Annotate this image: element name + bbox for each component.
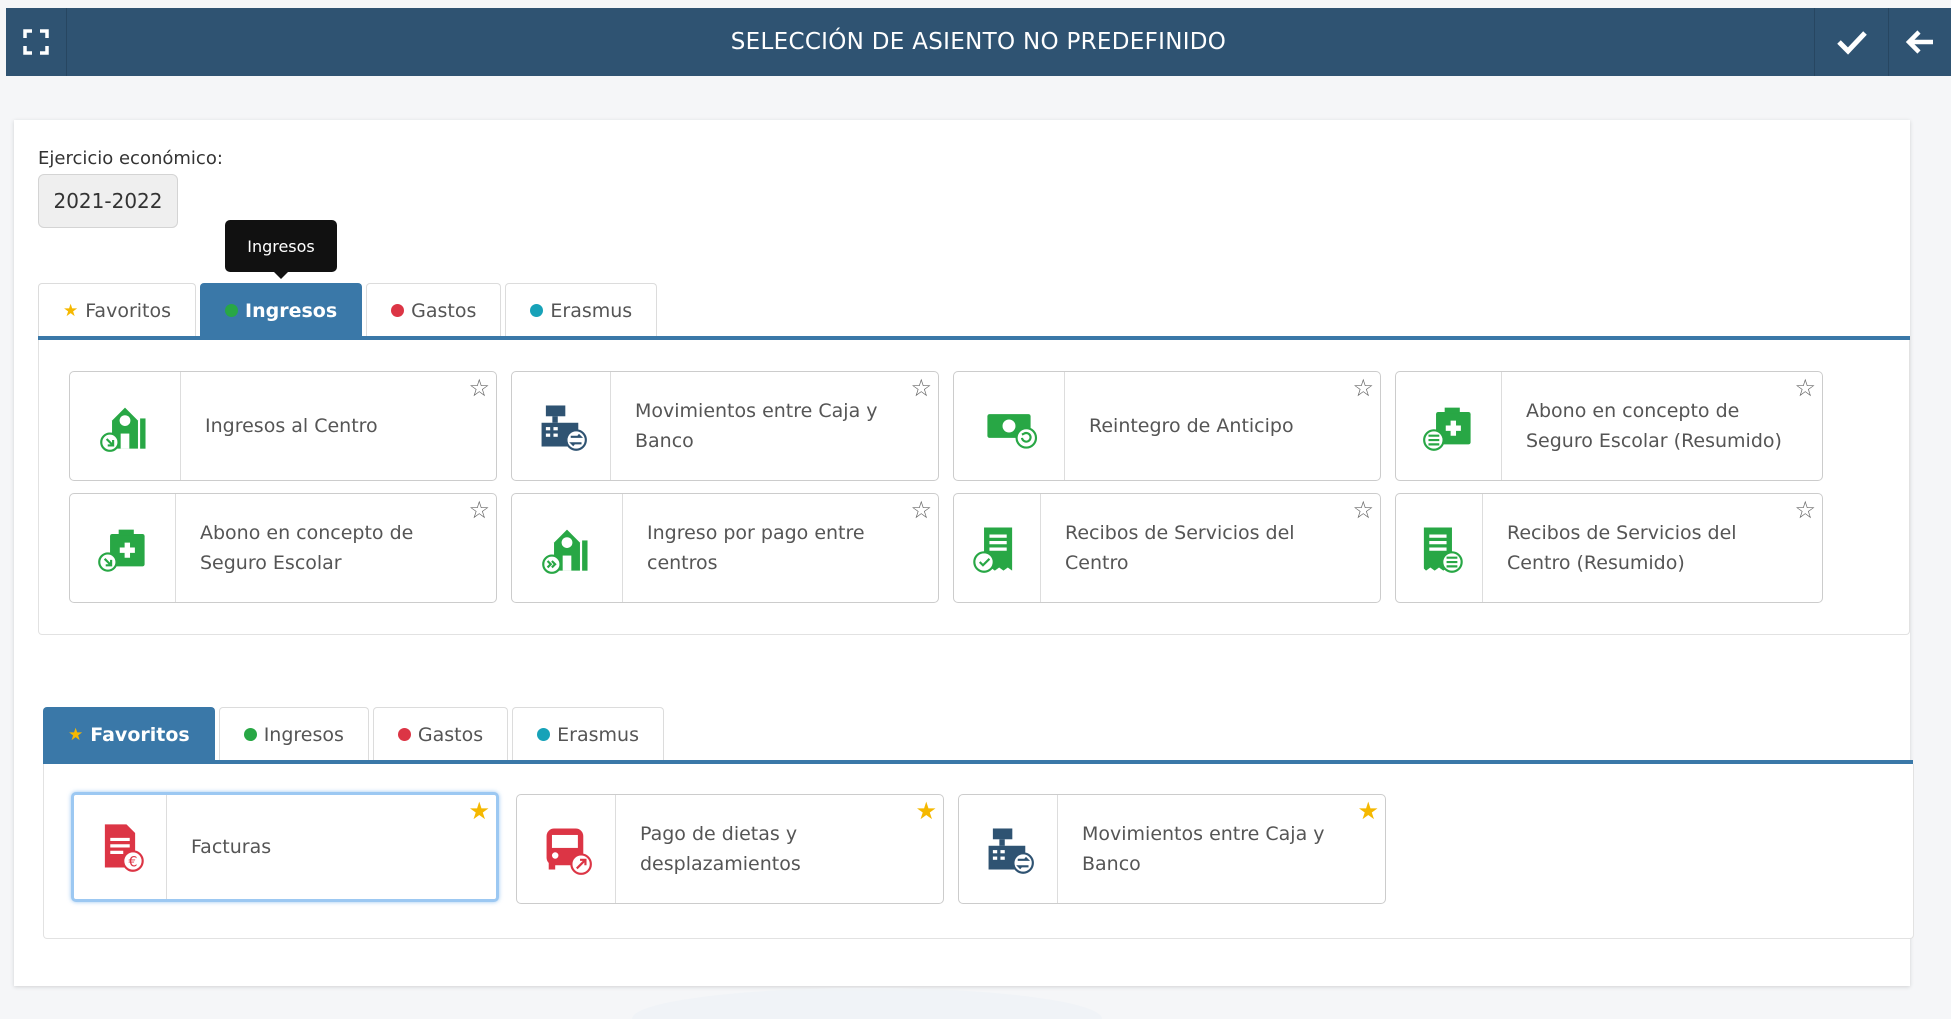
entry-card[interactable]: Movimientos entre Caja y Banco ☆ [511,371,939,481]
page-title: SELECCIÓN DE ASIENTO NO PREDEFINIDO [730,29,1227,55]
tab-label: Gastos [411,299,477,322]
confirm-button[interactable] [1814,8,1888,76]
tab-label: Ingresos [263,723,344,746]
entry-label: Pago de dietas y desplazamientos [640,823,801,875]
status-dot [243,728,257,741]
entry-card[interactable]: Pago de dietas y desplazamientos ★ [516,794,944,904]
tab-erasmus[interactable]: Erasmus [505,283,658,337]
status-dot [225,304,239,317]
tab-label: Erasmus [557,723,639,746]
entry-card[interactable]: Movimientos entre Caja y Banco ★ [958,794,1386,904]
tab-label: Favoritos [90,723,190,746]
favorites-tabs: ★ Favoritos Ingresos Gastos Erasmus [43,707,668,761]
favorite-star-icon[interactable]: ☆ [468,376,490,400]
entry-card[interactable]: € Facturas ★ [71,792,499,902]
ejercicio-label: Ejercicio económico: [38,148,223,169]
entry-card[interactable]: Reintegro de Anticipo ☆ [953,371,1381,481]
entry-label: Abono en concepto de Seguro Escolar [200,522,414,574]
status-dot [391,304,405,317]
status-dot [397,728,411,741]
tab-label: Ingresos [245,299,338,322]
watermark-logo [632,988,1102,1019]
entry-card[interactable]: Recibos de Servicios del Centro ☆ [953,493,1381,603]
title-bar: SELECCIÓN DE ASIENTO NO PREDEFINIDO [6,8,1951,76]
entry-label: Recibos de Servicios del Centro [1065,522,1295,574]
invoice-euro-icon: € [74,795,167,899]
medical-kit-in-icon [70,494,176,602]
entry-label: Recibos de Servicios del Centro (Resumid… [1507,522,1737,574]
receipt-check-icon [954,494,1041,602]
bus-icon [517,795,616,903]
entry-card[interactable]: Ingresos al Centro ☆ [69,371,497,481]
entry-card[interactable]: Abono en concepto de Seguro Escolar ☆ [69,493,497,603]
favorite-star-icon[interactable]: ★ [468,799,490,823]
tab-label: Gastos [417,723,484,746]
building-transfer-icon [512,494,623,602]
tab-label: Favoritos [85,299,172,322]
arrow-left-icon [1905,30,1933,54]
favorite-star-icon[interactable]: ☆ [1794,376,1816,400]
ejercicio-selector[interactable]: 2021-2022 [38,174,178,228]
favorite-star-icon[interactable]: ★ [915,799,937,823]
entry-card[interactable]: Recibos de Servicios del Centro (Resumid… [1395,493,1823,603]
tab-erasmus[interactable]: Erasmus [512,707,664,761]
back-button[interactable] [1888,8,1951,76]
entry-label: Facturas [191,836,272,858]
favorite-star-icon[interactable]: ☆ [1794,498,1816,522]
status-dot [530,304,544,317]
cash-register-icon [512,372,611,480]
entry-card[interactable]: Abono en concepto de Seguro Escolar (Res… [1395,371,1823,481]
tab-favoritos[interactable]: ★ Favoritos [43,707,215,761]
tab-label: Erasmus [550,299,633,322]
cash-register-icon [959,795,1058,903]
entry-card[interactable]: Ingreso por pago entre centros ☆ [511,493,939,603]
tab-gastos[interactable]: Gastos [366,283,502,337]
svg-text:€: € [128,854,137,870]
entry-label: Movimientos entre Caja y Banco [635,400,878,452]
entry-label: Reintegro de Anticipo [1089,415,1294,437]
star-icon: ★ [68,724,84,745]
medical-kit-list-icon [1396,372,1502,480]
category-content: Ingresos al Centro ☆ Movimientos entre Caj… [38,340,1910,635]
favorite-star-icon[interactable]: ☆ [1352,376,1374,400]
entry-label: Ingreso por pago entre centros [647,522,865,574]
entry-label: Abono en concepto de Seguro Escolar (Res… [1526,400,1782,452]
tab-ingresos[interactable]: Ingresos [218,707,369,761]
favorite-star-icon[interactable]: ☆ [1352,498,1374,522]
favorite-star-icon[interactable]: ★ [1357,799,1379,823]
tab-favoritos[interactable]: ★ Favoritos [38,283,197,337]
money-refund-icon [954,372,1065,480]
tab-ingresos[interactable]: Ingresos [200,283,363,337]
favorite-star-icon[interactable]: ☆ [468,498,490,522]
check-icon [1836,31,1867,55]
entry-label: Ingresos al Centro [205,415,378,437]
building-in-icon [70,372,181,480]
category-tabs: ★ Favoritos Ingresos Gastos Erasmus [38,283,661,337]
favorite-star-icon[interactable]: ☆ [910,498,932,522]
tab-tooltip: Ingresos [225,220,337,279]
star-icon: ★ [63,300,79,321]
tab-gastos[interactable]: Gastos [372,707,509,761]
favorites-content: € Facturas ★ Pago de dietas y desplazamient… [43,764,1914,939]
entry-label: Movimientos entre Caja y Banco [1082,823,1325,875]
favorite-star-icon[interactable]: ☆ [910,376,932,400]
receipt-list-icon [1396,494,1483,602]
status-dot [537,728,551,741]
